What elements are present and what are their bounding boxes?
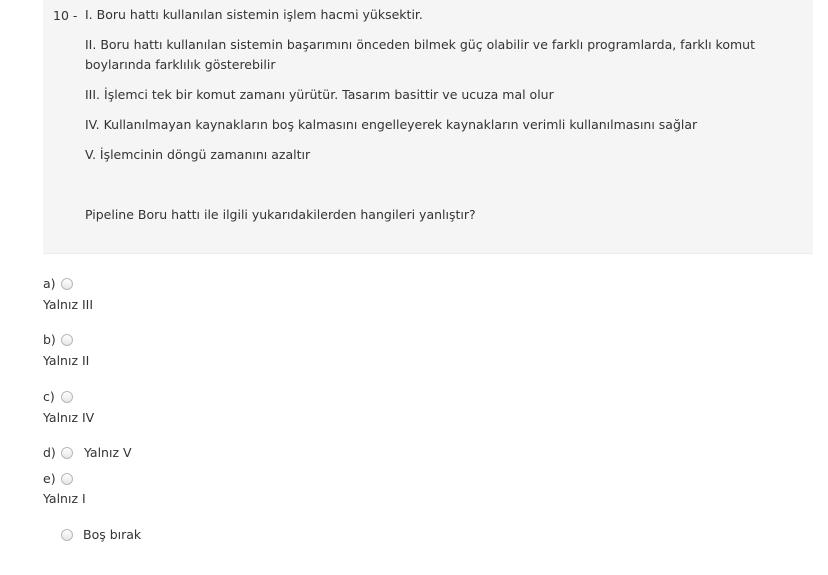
statement-5: V. İşlemcinin döngü zamanını azaltır <box>85 147 311 162</box>
statement-2: II. Boru hattı kullanılan sistemin başar… <box>85 37 755 72</box>
option-a-radio[interactable] <box>61 278 73 290</box>
option-e-text: Yalnız I <box>43 491 86 506</box>
option-e-letter: e) <box>43 471 56 486</box>
option-a-text: Yalnız III <box>43 297 94 312</box>
question-number: 10 - <box>53 8 78 23</box>
option-a-letter: a) <box>43 276 56 291</box>
question-panel: 10 - I. Boru hattı kullanılan sistemin i… <box>43 0 813 254</box>
skip-radio[interactable] <box>61 529 73 541</box>
statement-3: III. İşlemci tek bir komut zamanı yürütü… <box>85 87 554 102</box>
statement-1: I. Boru hattı kullanılan sistemin işlem … <box>85 7 423 22</box>
option-c-radio[interactable] <box>61 391 73 403</box>
option-d-text: Yalnız V <box>84 445 132 460</box>
question-prompt: Pipeline Boru hattı ile ilgili yukarıdak… <box>85 207 476 222</box>
option-d-letter: d) <box>43 445 56 460</box>
skip-label: Boş bırak <box>83 527 142 542</box>
option-c-letter: c) <box>43 389 55 404</box>
option-d-radio[interactable] <box>61 447 73 459</box>
option-b-radio[interactable] <box>61 334 73 346</box>
option-b-text: Yalnız II <box>43 353 90 368</box>
option-b-letter: b) <box>43 332 56 347</box>
option-e-radio[interactable] <box>61 473 73 485</box>
statement-4: IV. Kullanılmayan kaynakların boş kalmas… <box>85 117 698 132</box>
option-c-text: Yalnız IV <box>43 410 95 425</box>
